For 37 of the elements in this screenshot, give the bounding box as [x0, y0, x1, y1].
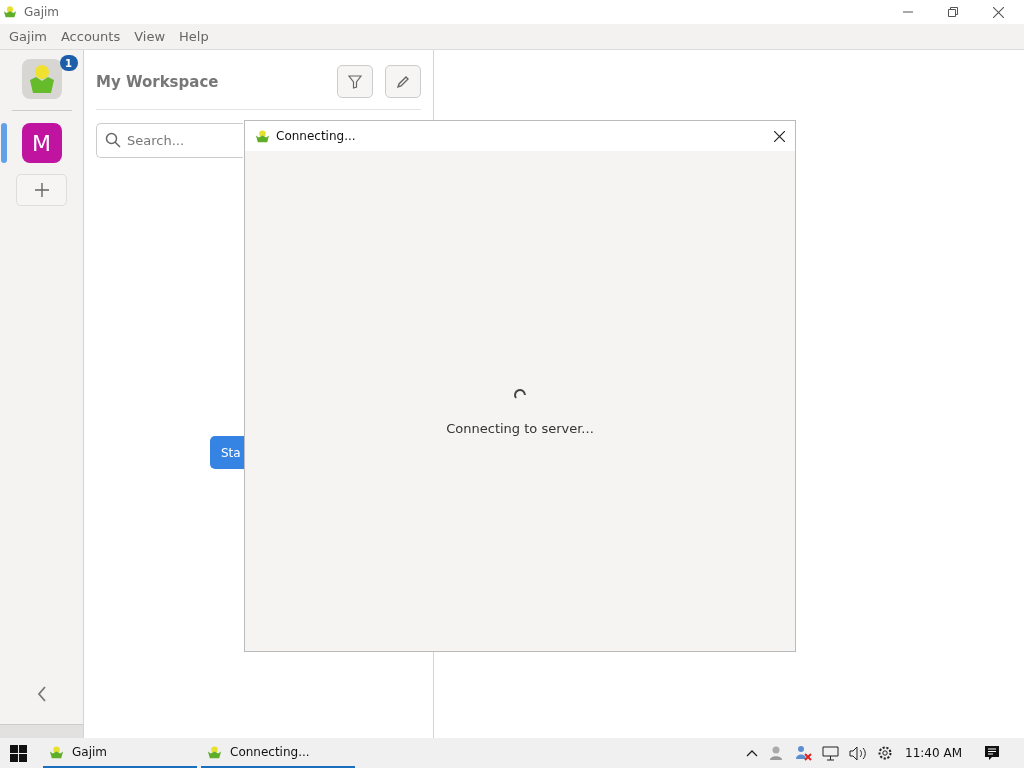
- search-field[interactable]: Search...: [96, 123, 243, 158]
- close-icon[interactable]: [774, 130, 785, 142]
- restore-icon[interactable]: [948, 7, 958, 17]
- gajim-logo-icon: [49, 744, 64, 760]
- status-text: Connecting to server...: [446, 420, 594, 436]
- filter-button[interactable]: [337, 65, 373, 98]
- close-icon[interactable]: [993, 6, 1004, 18]
- start-menu-icon[interactable]: [10, 744, 27, 762]
- notification-badge: 1: [59, 55, 78, 71]
- clock[interactable]: 11:40 AM: [905, 746, 962, 760]
- dialog-title: Connecting...: [276, 129, 356, 143]
- add-button[interactable]: [16, 174, 67, 206]
- menu-item[interactable]: View: [127, 29, 173, 44]
- network-icon[interactable]: [822, 745, 840, 761]
- spinner-icon: [513, 386, 527, 401]
- menu-item[interactable]: Gajim: [2, 29, 54, 44]
- gajim-logo-icon: [255, 128, 270, 144]
- start-button[interactable]: Sta: [210, 436, 244, 469]
- notification-icon[interactable]: [984, 745, 1000, 761]
- speaker-icon[interactable]: [849, 745, 868, 761]
- search-icon: [105, 132, 121, 148]
- account-avatar[interactable]: M: [21, 123, 62, 163]
- menu-item[interactable]: Help: [172, 29, 216, 44]
- workspace-title: My Workspace: [96, 72, 220, 91]
- gajim-logo-icon: [207, 744, 222, 760]
- window-title: Gajim: [24, 5, 59, 19]
- collapse-icon[interactable]: [36, 686, 47, 702]
- chevron-up-icon[interactable]: [746, 749, 759, 757]
- taskbar-item[interactable]: Gajim: [43, 738, 197, 768]
- menu-item[interactable]: Accounts: [53, 29, 128, 44]
- gajim-logo-icon: [3, 5, 17, 19]
- person-cross-icon[interactable]: [794, 745, 813, 761]
- filter-icon: [348, 74, 362, 89]
- pencil-icon: [396, 74, 410, 89]
- taskbar-item[interactable]: Connecting...: [201, 738, 355, 768]
- plus-icon: [34, 183, 49, 197]
- gear-icon[interactable]: [877, 745, 894, 761]
